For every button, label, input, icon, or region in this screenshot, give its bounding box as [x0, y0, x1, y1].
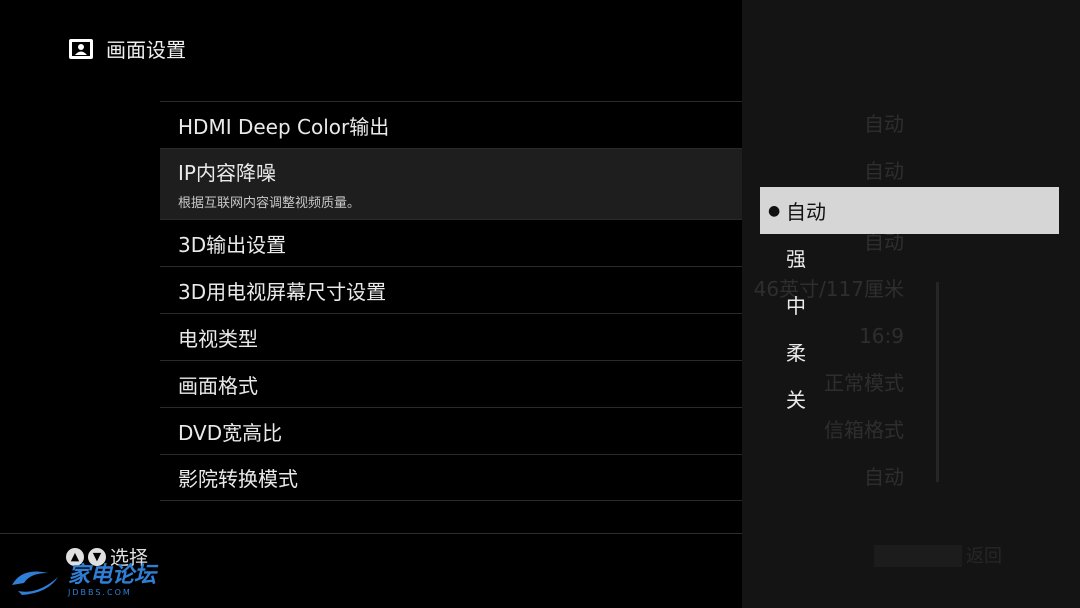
menu-item-tv-type[interactable]: 电视类型 [160, 313, 742, 360]
menu-item-dvd-aspect[interactable]: DVD宽高比 [160, 407, 742, 454]
menu-item-3d-screen-size[interactable]: 3D用电视屏幕尺寸设置 [160, 266, 742, 313]
watermark: 家电论坛 JDBBS.COM [8, 565, 156, 597]
picture-settings-icon [69, 38, 93, 59]
option-medium[interactable]: 中 [760, 281, 1059, 328]
background-footer-text: 返回 [966, 546, 1002, 567]
menu-item-cinema-mode[interactable]: 影院转换模式 [160, 454, 742, 501]
option-auto[interactable]: ● 自动 [760, 187, 1059, 234]
watermark-logo-icon [12, 571, 58, 595]
menu-item-label: IP内容降噪 [178, 161, 276, 185]
menu-item-label: 画面格式 [178, 373, 258, 398]
selected-bullet-icon: ● [768, 202, 781, 219]
option-label: 自动 [786, 200, 826, 224]
menu-item-label: 3D输出设置 [178, 232, 287, 257]
footer-divider [0, 533, 742, 534]
menu-item-label: DVD宽高比 [178, 420, 283, 445]
menu-item-ip-noise-reduction[interactable]: IP内容降噪 根据互联网内容调整视频质量。 [160, 148, 742, 219]
background-value: 自动 [864, 112, 904, 136]
menu-item-label: HDMI Deep Color输出 [178, 114, 390, 139]
option-off[interactable]: 关 [760, 375, 1059, 422]
option-label: 关 [786, 388, 806, 412]
option-soft[interactable]: 柔 [760, 328, 1059, 375]
menu-item-picture-format[interactable]: 画面格式 [160, 360, 742, 407]
page-header: 画面设置 [68, 34, 186, 63]
watermark-title: 家电论坛 [68, 563, 157, 588]
menu-item-description: 根据互联网内容调整视频质量。 [178, 196, 361, 211]
page-title: 画面设置 [106, 38, 186, 62]
watermark-subtitle: JDBBS.COM [68, 588, 132, 597]
menu-item-3d-output[interactable]: 3D输出设置 [160, 219, 742, 266]
menu-item-label: 3D用电视屏幕尺寸设置 [178, 279, 387, 304]
background-footer-button [874, 545, 962, 567]
background-value: 自动 [864, 465, 904, 489]
settings-menu: HDMI Deep Color输出 IP内容降噪 根据互联网内容调整视频质量。 … [160, 101, 742, 501]
menu-item-label: 影院转换模式 [178, 467, 298, 491]
option-label: 柔 [786, 341, 806, 365]
option-label: 强 [786, 247, 806, 271]
options-list: ● 自动 强 中 柔 关 [760, 187, 1059, 422]
menu-item-label: 电视类型 [178, 326, 258, 351]
option-label: 中 [786, 294, 806, 318]
option-strong[interactable]: 强 [760, 234, 1059, 281]
menu-item-hdmi-deep-color[interactable]: HDMI Deep Color输出 [160, 101, 742, 148]
